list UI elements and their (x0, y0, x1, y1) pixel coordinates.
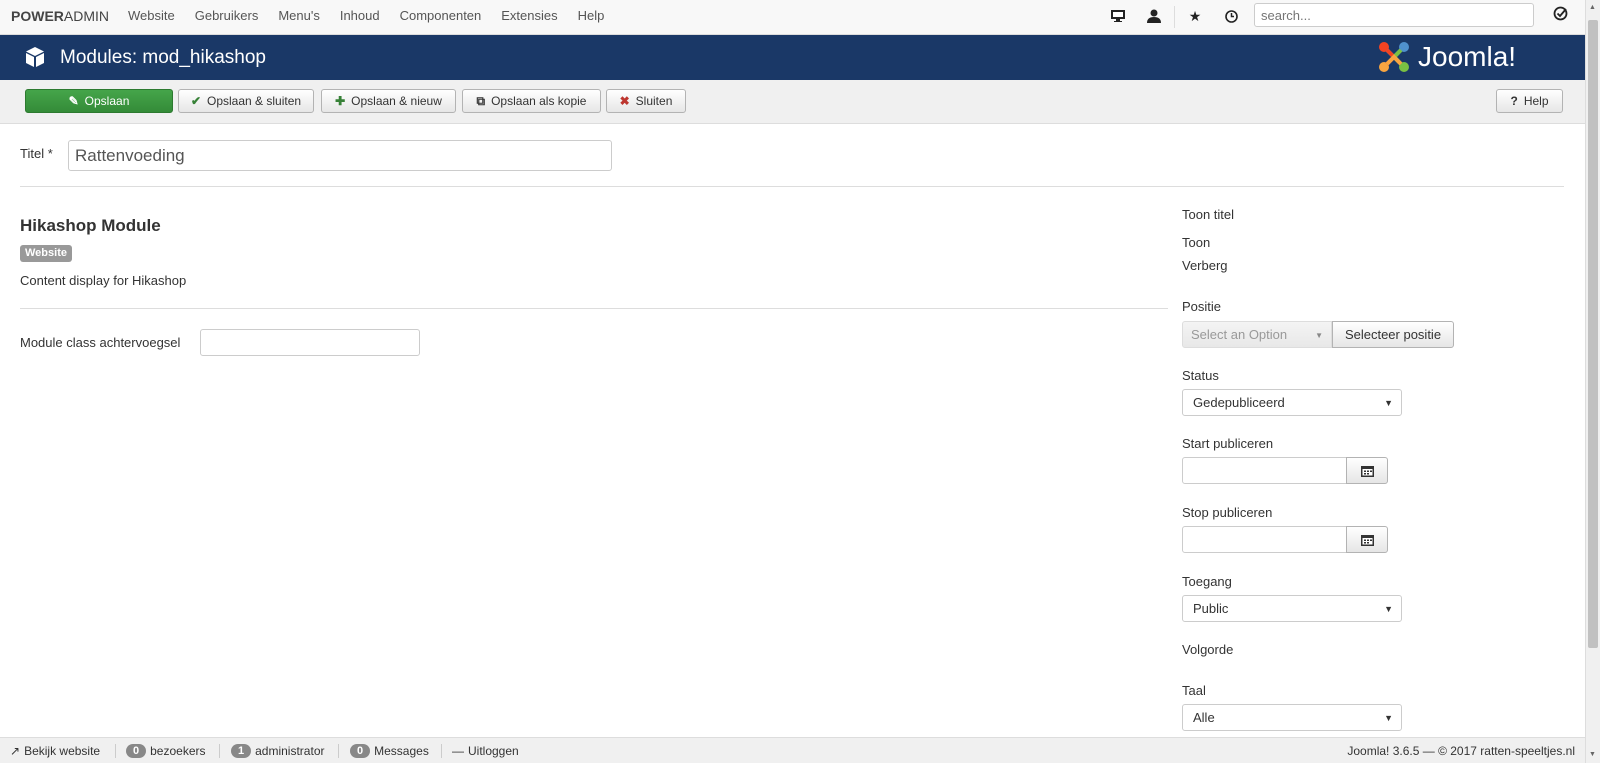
title-label: Titel * (20, 146, 53, 161)
joomla-logo: Joomla! (1376, 39, 1516, 75)
joomla-logo-text: Joomla! (1418, 41, 1517, 72)
caret-down-icon: ▼ (1384, 713, 1393, 723)
page-header: Modules: mod_hikashop Joomla! (0, 35, 1585, 80)
check-icon: ✔ (190, 94, 201, 108)
language-label: Taal (1182, 683, 1206, 698)
scroll-down-icon[interactable]: ▼ (1589, 751, 1596, 758)
status-label: Status (1182, 368, 1219, 383)
edit-icon: ✎ (68, 94, 79, 108)
checkin-icon[interactable] (1553, 6, 1568, 24)
access-label: Toegang (1182, 574, 1232, 589)
position-label: Positie (1182, 299, 1222, 314)
footer-divider (441, 744, 442, 758)
access-select[interactable]: Public ▼ (1182, 595, 1402, 622)
publish-start-label: Start publiceren (1182, 436, 1274, 451)
help-button[interactable]: ? Help (1496, 89, 1563, 113)
save-copy-button[interactable]: ⧉ Opslaan als kopie (462, 89, 601, 113)
show-title-option-show[interactable]: Toon (1182, 235, 1210, 250)
footer-divider (115, 744, 116, 758)
module-description: Content display for Hikashop (20, 273, 187, 288)
client-badge: Website (20, 245, 72, 262)
publish-stop-input[interactable] (1182, 526, 1347, 553)
messages-status[interactable]: 0 Messages (350, 744, 429, 758)
close-button[interactable]: ✖ Sluiten (606, 89, 686, 113)
monitor-icon[interactable] (1100, 6, 1136, 26)
menu-item-gebruikers[interactable]: Gebruikers (185, 0, 269, 30)
cancel-icon: ✖ (619, 94, 630, 108)
nav-icons: ★ (1100, 6, 1249, 28)
language-select[interactable]: Alle ▼ (1182, 704, 1402, 731)
module-heading: Hikashop Module (20, 216, 161, 235)
main-menu: Website Gebruikers Menu's Inhoud Compone… (118, 0, 614, 30)
menu-item-menus[interactable]: Menu's (268, 0, 330, 30)
scrollbar-thumb[interactable] (1588, 20, 1598, 648)
page-scrollbar[interactable]: ▲ ▼ (1585, 0, 1600, 763)
save-button[interactable]: ✎ Opslaan (25, 89, 173, 113)
messages-count-badge: 0 (350, 744, 371, 758)
divider (20, 186, 1564, 187)
show-title-option-hide[interactable]: Verberg (1182, 258, 1228, 273)
history-icon[interactable] (1213, 6, 1249, 26)
calendar-icon (1360, 534, 1374, 546)
view-site-link[interactable]: ↗ Bekijk website (10, 744, 100, 758)
menu-item-help[interactable]: Help (568, 0, 615, 30)
external-link-icon: ↗ (10, 744, 21, 758)
search-input[interactable] (1254, 3, 1534, 27)
class-suffix-input[interactable] (200, 329, 420, 356)
position-select[interactable]: Select an Option ▼ (1182, 321, 1332, 348)
visitors-status: 0 bezoekers (126, 744, 206, 758)
title-input[interactable] (68, 140, 612, 171)
show-title-label: Toon titel (1182, 207, 1235, 222)
calendar-icon (1360, 465, 1374, 477)
caret-down-icon: ▼ (1315, 331, 1323, 340)
menu-item-extensies[interactable]: Extensies (491, 0, 567, 30)
joomla-logo-icon (1379, 42, 1409, 72)
footer-divider (219, 744, 220, 758)
copy-icon: ⧉ (476, 93, 486, 108)
save-close-button[interactable]: ✔ Opslaan & sluiten (178, 89, 314, 113)
copyright-text: Joomla! 3.6.5 — © 2017 ratten-speeltjes.… (1347, 744, 1575, 758)
admin-status: 1 administrator (231, 744, 324, 758)
publish-start-calendar-button[interactable] (1346, 457, 1388, 484)
toolbar: ✎ Opslaan ✔ Opslaan & sluiten ✚ Opslaan … (0, 80, 1585, 124)
top-navbar: POWERADMIN Website Gebruikers Menu's Inh… (0, 0, 1585, 35)
ordering-label: Volgorde (1182, 642, 1234, 657)
question-icon: ? (1510, 94, 1518, 108)
publish-start-input[interactable] (1182, 457, 1347, 484)
caret-down-icon: ▼ (1384, 398, 1393, 408)
menu-item-website[interactable]: Website (118, 0, 185, 30)
admin-count-badge: 1 (231, 744, 252, 758)
caret-down-icon: ▼ (1384, 604, 1393, 614)
scroll-up-icon[interactable]: ▲ (1589, 4, 1596, 11)
save-new-button[interactable]: ✚ Opslaan & nieuw (321, 89, 456, 113)
publish-stop-calendar-button[interactable] (1346, 526, 1388, 553)
publish-stop-label: Stop publiceren (1182, 505, 1273, 520)
status-footer: ↗ Bekijk website 0 bezoekers 1 administr… (0, 737, 1585, 763)
page-title: Modules: mod_hikashop (60, 47, 266, 68)
plus-icon: ✚ (335, 94, 346, 108)
minus-icon: — (452, 744, 464, 758)
divider (20, 308, 1168, 309)
menu-item-inhoud[interactable]: Inhoud (330, 0, 390, 30)
star-icon[interactable]: ★ (1177, 6, 1213, 26)
user-icon[interactable] (1136, 6, 1172, 26)
logout-link[interactable]: — Uitloggen (452, 744, 519, 758)
select-position-button[interactable]: Selecteer positie (1332, 321, 1454, 348)
brand-logo[interactable]: POWERADMIN (11, 8, 109, 24)
status-select[interactable]: Gedepubliceerd ▼ (1182, 389, 1402, 416)
footer-divider (338, 744, 339, 758)
cube-icon (26, 47, 44, 67)
visitors-count-badge: 0 (126, 744, 147, 758)
nav-divider (1174, 6, 1175, 28)
class-suffix-label: Module class achtervoegsel (20, 335, 181, 350)
menu-item-componenten[interactable]: Componenten (390, 0, 492, 30)
